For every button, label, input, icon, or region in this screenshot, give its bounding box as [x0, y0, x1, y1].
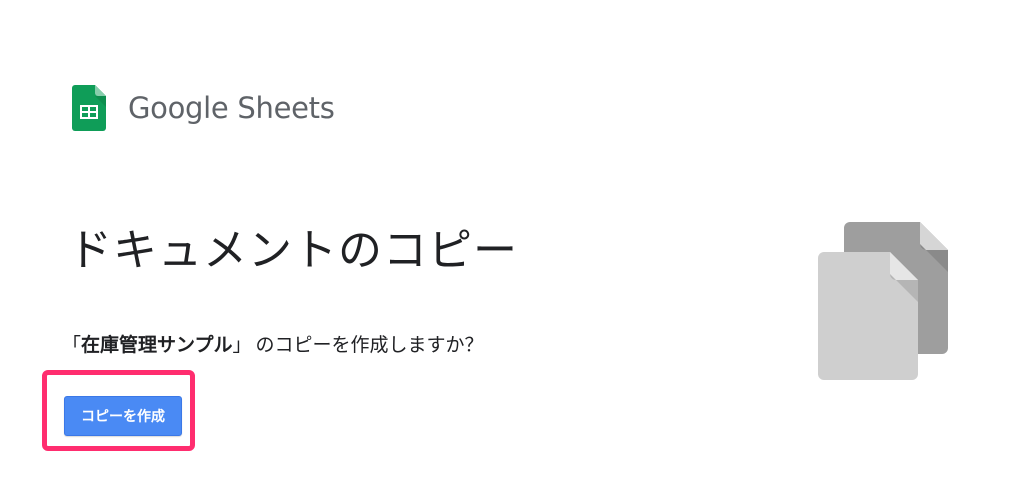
make-copy-button[interactable]: コピーを作成: [64, 396, 182, 436]
brand-name: Google Sheets: [128, 91, 335, 125]
google-sheets-logo: Google Sheets: [72, 84, 335, 132]
copy-document-page: Google Sheets ドキュメントのコピー 「 在庫管理サンプル 」 のコ…: [0, 0, 1024, 478]
copy-question: 「 在庫管理サンプル 」 のコピーを作成しますか？: [62, 330, 484, 357]
document-name: 在庫管理サンプル: [81, 334, 233, 356]
question-suffix: のコピーを作成しますか？: [255, 334, 484, 356]
question-close-bracket: 」: [232, 334, 252, 356]
document-copy-icon: [818, 222, 948, 380]
google-sheets-icon: [72, 85, 106, 131]
page-title: ドキュメントのコピー: [68, 225, 518, 276]
question-open-bracket: 「: [62, 334, 82, 356]
